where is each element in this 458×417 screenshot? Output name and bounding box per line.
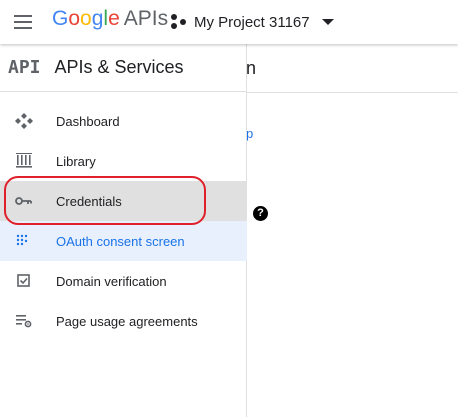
checkbox-icon [17,274,30,287]
sidebar-item-label: Library [56,153,96,169]
sidebar-item-label: Page usage agreements [56,313,198,329]
sidebar-header: API APIs & Services [0,44,247,92]
console-window: Google APIs My Project 31167 n p ? API AP… [0,0,458,417]
main-link-fragment[interactable]: p [246,126,253,141]
main-divider [247,92,458,93]
google-apis-logo[interactable]: Google APIs [52,7,168,31]
help-icon[interactable]: ? [253,206,268,221]
sidebar-item-credentials[interactable]: Credentials [0,181,247,221]
sidebar: API APIs & Services Dashboard Library Cr… [0,44,247,417]
sidebar-item-library[interactable]: Library [0,141,247,181]
dashboard-icon [15,113,33,129]
sidebar-item-label: Credentials [56,193,122,209]
library-icon [16,153,32,168]
project-selector[interactable]: My Project 31167 [170,10,334,34]
hamburger-menu-icon[interactable] [12,10,36,34]
top-app-bar: Google APIs My Project 31167 [0,0,458,44]
caret-down-icon [321,19,334,25]
api-logo: API [8,57,41,78]
settings-list-icon [16,315,32,328]
sidebar-item-oauth-consent-screen[interactable]: OAuth consent screen [0,221,247,261]
sidebar-item-domain-verification[interactable]: Domain verification [0,261,247,301]
sidebar-item-dashboard[interactable]: Dashboard [0,101,247,141]
project-name: My Project 31167 [194,13,310,31]
page-title-fragment: n [246,58,257,78]
oauth-consent-icon [16,234,28,246]
key-icon [15,197,32,205]
sidebar-item-label: Domain verification [56,273,167,289]
sidebar-item-label: Dashboard [56,113,120,129]
project-nodes-icon [170,13,188,31]
sidebar-item-page-usage-agreements[interactable]: Page usage agreements [0,301,247,341]
sidebar-title: APIs & Services [54,57,184,77]
sidebar-item-label: OAuth consent screen [56,233,185,249]
